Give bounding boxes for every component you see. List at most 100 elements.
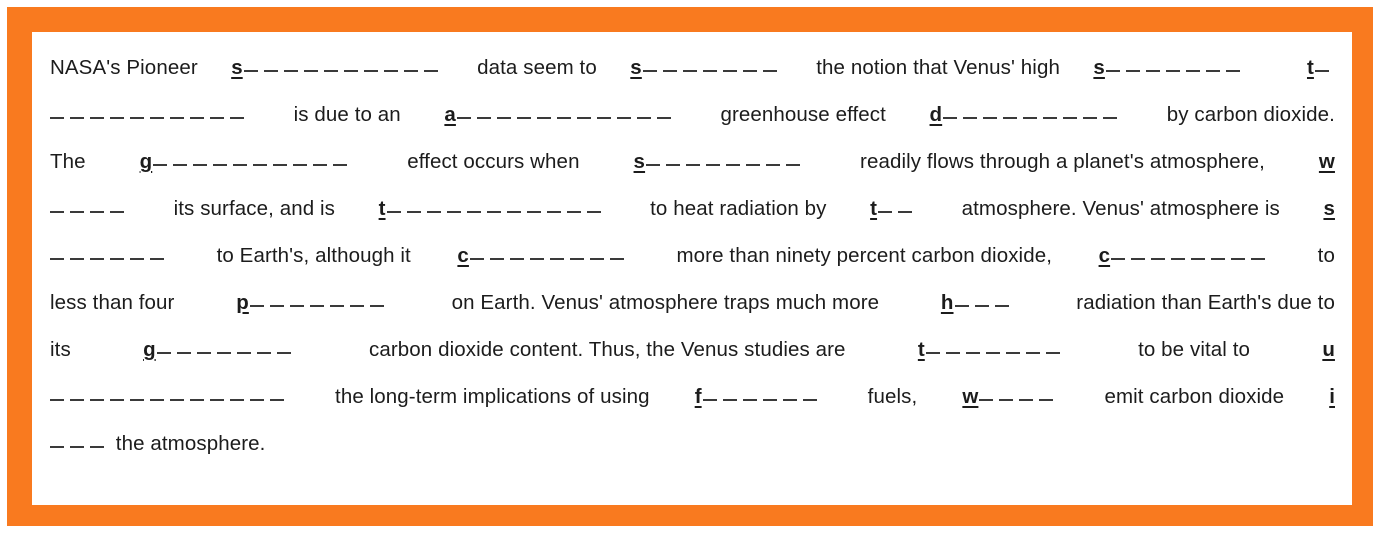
cloze-blank[interactable]: w <box>962 373 1059 420</box>
blank-dash <box>196 352 211 354</box>
blank-dashes[interactable] <box>1110 232 1271 279</box>
cloze-blank[interactable]: c <box>1099 232 1272 279</box>
passage-text: data seem to <box>471 56 603 79</box>
blank-dash <box>526 211 541 213</box>
blank-dash <box>1171 258 1186 260</box>
cloze-blank[interactable]: t <box>1307 44 1335 91</box>
blank-dash <box>90 258 104 260</box>
cloze-starter-letter: w <box>962 385 979 408</box>
cloze-blank[interactable]: t <box>870 185 918 232</box>
blank-dashes[interactable] <box>469 232 630 279</box>
cloze-blank[interactable]: i <box>1329 373 1335 420</box>
cloze-blank[interactable]: s <box>630 44 783 91</box>
cloze-blank[interactable]: s <box>1093 44 1246 91</box>
blank-dashes[interactable] <box>925 326 1066 373</box>
cloze-blank[interactable]: u <box>1322 326 1335 373</box>
cloze-blank[interactable]: s <box>1323 185 1335 232</box>
blank-dash <box>1211 258 1226 260</box>
blank-dash <box>90 446 104 448</box>
cloze-blank[interactable] <box>50 373 290 420</box>
blank-dashes[interactable] <box>645 138 806 185</box>
blank-dash <box>50 117 64 119</box>
blank-dash <box>403 70 418 72</box>
blank-dash <box>233 164 248 166</box>
cloze-blank[interactable] <box>50 91 250 138</box>
passage-line: The g effect occurs when s readily flows… <box>50 138 1335 185</box>
cloze-blank[interactable]: f <box>695 373 823 420</box>
cloze-blank[interactable] <box>50 420 110 467</box>
cloze-blank[interactable]: d <box>930 91 1124 138</box>
blank-dashes[interactable] <box>978 373 1059 420</box>
passage-line: its surface, and is t to heat radiation … <box>50 185 1335 232</box>
blank-dashes[interactable] <box>50 373 290 420</box>
blank-dash <box>726 164 741 166</box>
blank-dash <box>130 117 144 119</box>
cloze-blank[interactable]: h <box>941 279 1015 326</box>
blank-dashes[interactable] <box>152 138 353 185</box>
blank-dash <box>1063 117 1078 119</box>
cloze-blank[interactable]: s <box>231 44 444 91</box>
blank-dashes[interactable] <box>456 91 677 138</box>
cloze-passage[interactable]: NASA's Pioneer s data seem to s the noti… <box>50 44 1335 467</box>
passage-text: is due to an <box>287 103 407 126</box>
blank-dash <box>762 70 777 72</box>
cloze-blank[interactable]: a <box>444 91 677 138</box>
blank-dash <box>386 211 401 213</box>
cloze-starter-letter: d <box>929 103 943 126</box>
cloze-blank[interactable]: p <box>236 279 390 326</box>
blank-dash <box>616 117 631 119</box>
blank-dash <box>170 399 184 401</box>
cloze-starter-letter: t <box>917 338 925 361</box>
blank-dash <box>1043 117 1058 119</box>
blank-dashes[interactable] <box>50 420 110 467</box>
passage-text: the atmosphere. <box>110 432 266 455</box>
cloze-blank[interactable]: w <box>1319 138 1335 185</box>
blank-dashes[interactable] <box>249 279 390 326</box>
blank-dashes[interactable] <box>50 185 130 232</box>
blank-dash <box>250 399 264 401</box>
blank-dash <box>476 117 491 119</box>
blank-dashes[interactable] <box>877 185 918 232</box>
blank-dash <box>556 117 571 119</box>
blank-dashes[interactable] <box>954 279 1015 326</box>
cloze-blank[interactable]: g <box>143 326 297 373</box>
passage-text: by carbon dioxide. <box>1160 103 1335 126</box>
blank-dashes[interactable] <box>156 326 297 373</box>
blank-dashes[interactable] <box>386 185 607 232</box>
blank-dash <box>253 164 268 166</box>
passage-text: its surface, and is <box>167 197 341 220</box>
cloze-starter-letter: s <box>231 56 243 79</box>
cloze-blank[interactable]: g <box>140 138 354 185</box>
cloze-blank[interactable] <box>50 185 130 232</box>
passage-text: emit carbon dioxide <box>1098 385 1290 408</box>
blank-dash <box>90 399 104 401</box>
blank-dashes[interactable] <box>50 91 250 138</box>
blank-dash <box>1025 352 1040 354</box>
blank-dash <box>293 164 308 166</box>
blank-dash <box>269 305 284 307</box>
blank-dash <box>313 164 328 166</box>
blank-dash <box>230 117 244 119</box>
cloze-blank[interactable]: s <box>634 138 807 185</box>
blank-dashes[interactable] <box>942 91 1123 138</box>
blank-dash <box>469 258 484 260</box>
cloze-blank[interactable] <box>50 232 170 279</box>
passage-text: atmosphere. Venus' atmosphere is <box>955 197 1286 220</box>
cloze-blank[interactable]: c <box>457 232 630 279</box>
blank-dashes[interactable] <box>702 373 823 420</box>
cloze-starter-letter: t <box>1306 56 1314 79</box>
blank-dash <box>1083 117 1098 119</box>
blank-dash <box>1005 352 1020 354</box>
cloze-blank[interactable]: t <box>379 185 607 232</box>
cloze-blank[interactable]: t <box>918 326 1066 373</box>
blank-dashes[interactable] <box>1105 44 1246 91</box>
passage-line: less than four p on Earth. Venus' atmosp… <box>50 279 1335 326</box>
blank-dash <box>50 211 64 213</box>
blank-dash <box>170 117 184 119</box>
blank-dash <box>898 211 913 213</box>
blank-dash <box>1111 258 1126 260</box>
blank-dashes[interactable] <box>642 44 783 91</box>
blank-dashes[interactable] <box>50 232 170 279</box>
blank-dashes[interactable] <box>1314 44 1335 91</box>
blank-dashes[interactable] <box>243 44 444 91</box>
